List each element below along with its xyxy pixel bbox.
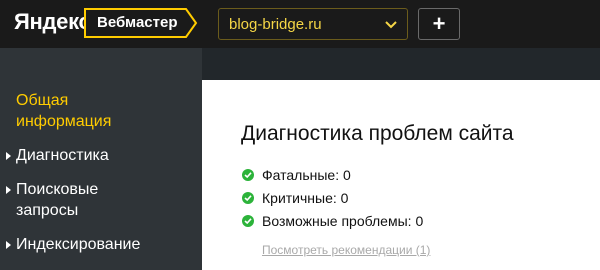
- plus-icon: +: [432, 11, 446, 36]
- sidebar-item-label: Общая информация: [16, 92, 112, 130]
- webmaster-service-link[interactable]: Вебмастер: [84, 8, 198, 38]
- stat-label: Возможные проблемы: 0: [262, 213, 424, 229]
- check-circle-icon: [242, 192, 254, 204]
- stat-label: Критичные: 0: [262, 190, 349, 206]
- sidebar-item-label: Поисковые запросы: [16, 181, 99, 219]
- chevron-down-icon: [385, 21, 397, 29]
- page-title: Диагностика проблем сайта: [241, 122, 514, 145]
- check-circle-icon: [242, 215, 254, 227]
- service-name: Вебмастер: [97, 14, 178, 31]
- caret-right-icon: [6, 152, 11, 160]
- view-recommendations-link[interactable]: Посмотреть рекомендации (1): [262, 243, 430, 257]
- check-circle-icon: [242, 169, 254, 181]
- add-site-button[interactable]: +: [418, 8, 460, 40]
- caret-right-icon: [6, 241, 11, 249]
- caret-right-icon: [6, 186, 11, 194]
- sidebar: Общая информация Диагностика Поисковые з…: [0, 48, 202, 270]
- sidebar-item-label: Индексирование: [16, 236, 141, 253]
- stat-label: Фатальные: 0: [262, 167, 351, 183]
- site-selector[interactable]: blog-bridge.ru: [218, 8, 408, 40]
- top-bar: Яндекс Вебмастер blog-bridge.ru +: [0, 0, 600, 48]
- yandex-logo[interactable]: Яндекс: [14, 9, 91, 35]
- main-content: Диагностика проблем сайта Фатальные: 0 К…: [202, 80, 600, 270]
- sidebar-item-label: Диагностика: [16, 147, 109, 164]
- site-selector-value: blog-bridge.ru: [229, 16, 322, 33]
